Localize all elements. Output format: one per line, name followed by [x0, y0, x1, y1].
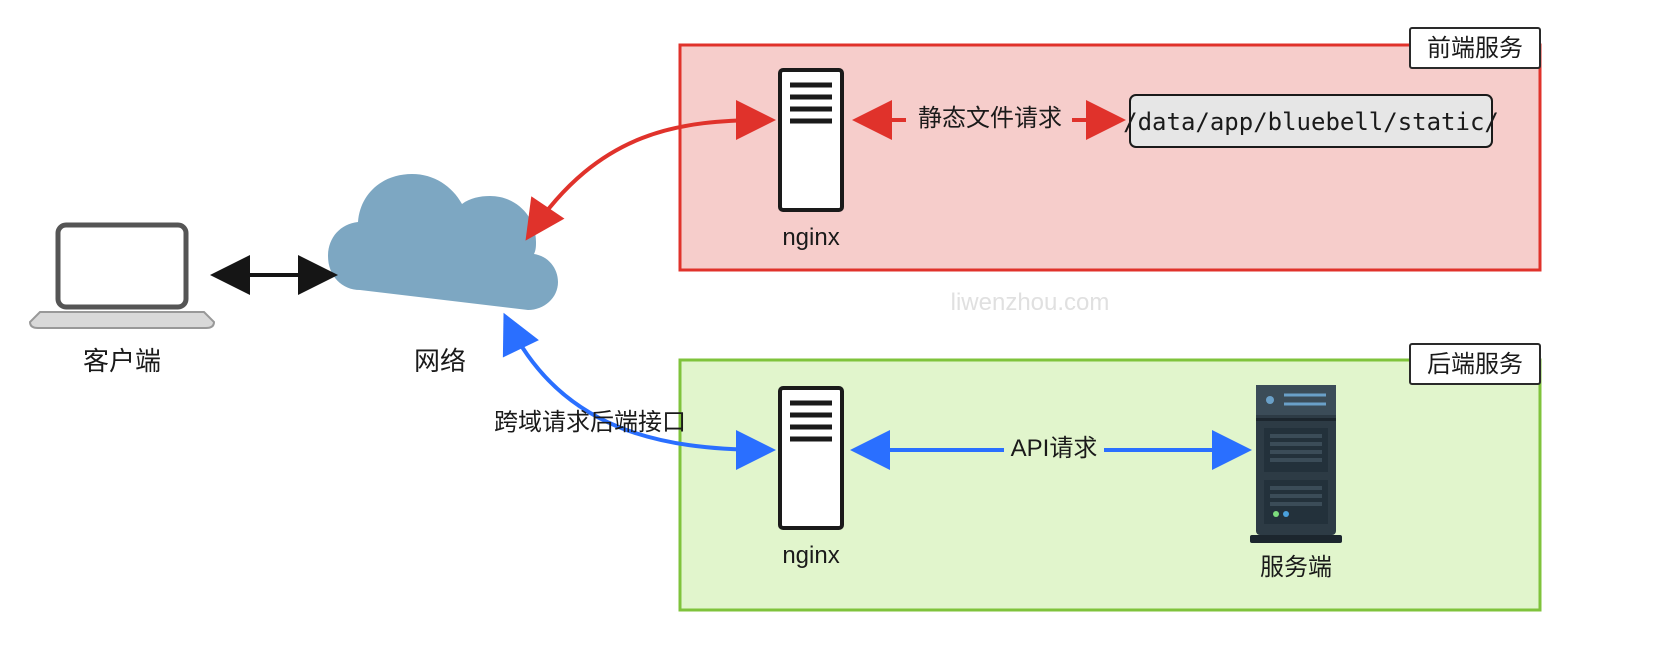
client-label: 客户端: [83, 346, 161, 376]
backend-nginx-label: nginx: [782, 542, 839, 569]
frontend-nginx-icon: [780, 70, 842, 210]
frontend-nginx-label: nginx: [782, 224, 839, 251]
backend-server-icon: [1250, 385, 1342, 543]
network-label: 网络: [414, 346, 466, 376]
edge-network-backend-label: 跨域请求后端接口: [494, 409, 686, 436]
static-path-box: /data/app/bluebell/static/: [1123, 95, 1499, 147]
static-path-text: /data/app/bluebell/static/: [1123, 108, 1499, 136]
edge-frontend-static-label: 静态文件请求: [918, 105, 1062, 132]
laptop-icon: [30, 225, 214, 328]
backend-server-label: 服务端: [1260, 554, 1332, 581]
frontend-group-label: 前端服务: [1427, 35, 1523, 62]
backend-nginx-icon: [780, 388, 842, 528]
backend-group-label: 后端服务: [1427, 351, 1523, 378]
watermark-text: liwenzhou.com: [951, 289, 1110, 316]
cloud-icon: [328, 174, 558, 310]
edge-backend-api-label: API请求: [1011, 435, 1098, 462]
